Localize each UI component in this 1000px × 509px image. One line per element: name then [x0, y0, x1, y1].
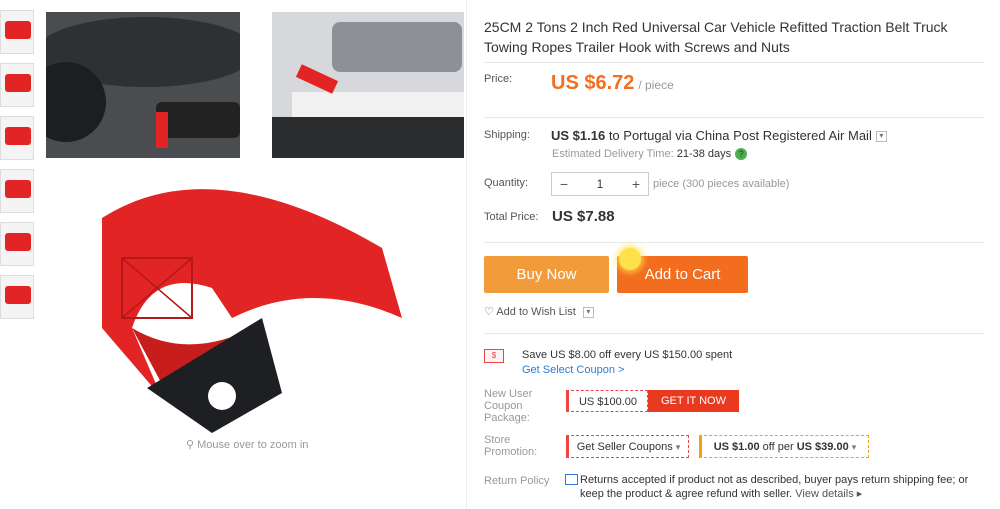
price-label: Price: — [484, 73, 513, 85]
new-user-label: New User Coupon Package: — [484, 388, 533, 424]
view-details-link[interactable]: View details ▸ — [795, 488, 862, 500]
divider — [484, 117, 984, 118]
product-title: 25CM 2 Tons 2 Inch Red Universal Car Veh… — [484, 19, 948, 55]
coupon-tag-icon: $ — [484, 349, 504, 363]
shipping-info[interactable]: US $1.16 to Portugal via China Post Regi… — [551, 128, 887, 143]
increment-button[interactable]: + — [624, 176, 648, 192]
chevron-down-icon: ▾ — [851, 442, 857, 452]
return-policy-text: Returns accepted if product not as descr… — [580, 473, 980, 501]
divider — [484, 62, 984, 63]
offer-mid: off per — [759, 441, 797, 453]
store-promotion-label: Store Promotion: — [484, 434, 538, 458]
divider — [484, 333, 984, 334]
cursor-highlight — [619, 248, 641, 270]
offer-amount: US $1.00 — [713, 441, 760, 453]
heart-icon: ♡ — [484, 306, 494, 318]
quantity-input[interactable]: 1 — [576, 177, 624, 191]
chevron-down-icon: ▾ — [675, 442, 681, 452]
thumbnail[interactable] — [0, 169, 34, 213]
return-policy-icon — [565, 474, 578, 485]
wish-list-link[interactable]: ♡ Add to Wish List ▾ — [484, 305, 594, 318]
thumbnail[interactable] — [0, 63, 34, 107]
chevron-down-icon[interactable]: ▾ — [875, 131, 887, 143]
get-it-now-button[interactable]: GET IT NOW — [648, 390, 739, 412]
get-select-coupon-link[interactable]: Get Select Coupon > — [522, 364, 624, 376]
main-product-image[interactable] — [62, 158, 418, 440]
est-value: 21-38 days — [676, 148, 732, 160]
magnifier-icon: ⚲ — [186, 439, 195, 451]
thumbnail[interactable] — [0, 116, 34, 160]
shipping-text: to Portugal via China Post Registered Ai… — [605, 128, 872, 143]
divider — [466, 0, 467, 509]
quantity-stepper: − 1 + — [551, 172, 649, 196]
shipping-label: Shipping: — [484, 129, 530, 141]
est-label: Estimated Delivery Time: — [552, 148, 674, 160]
gallery-photo-car-grille — [272, 12, 464, 158]
wish-list-label: Add to Wish List — [496, 306, 576, 318]
gallery-photo-car-front — [46, 12, 240, 158]
zoom-hint: ⚲ Mouse over to zoom in — [186, 439, 309, 451]
chevron-down-icon[interactable]: ▾ — [582, 306, 594, 318]
thumbnail[interactable] — [0, 222, 34, 266]
thumbnail[interactable] — [0, 10, 34, 54]
help-icon[interactable]: ? — [735, 148, 748, 161]
buy-now-button[interactable]: Buy Now — [484, 256, 609, 293]
quantity-label: Quantity: — [484, 177, 529, 189]
offer-threshold: US $39.00 — [796, 441, 849, 453]
view-details-label: View details — [795, 488, 854, 500]
return-policy-label: Return Policy — [484, 475, 550, 487]
new-user-coupon: US $100.00 — [566, 390, 648, 412]
availability-text: piece (300 pieces available) — [653, 178, 790, 190]
save-text: Save US $8.00 off every US $150.00 spent — [522, 349, 733, 361]
estimated-delivery: Estimated Delivery Time: 21-38 days? — [552, 148, 748, 161]
shipping-cost: US $1.16 — [551, 128, 606, 143]
thumbnail-strip — [0, 10, 36, 328]
total-label: Total Price: — [484, 211, 539, 223]
total-price: US $7.88 — [552, 208, 615, 225]
price-unit: / piece — [638, 78, 674, 92]
thumbnail[interactable] — [0, 275, 34, 319]
price: US $6.72/ piece — [551, 72, 674, 95]
seller-coupons-dropdown[interactable]: Get Seller Coupons ▾ — [566, 435, 689, 458]
price-value: US $6.72 — [551, 72, 635, 94]
seller-coupons-label: Get Seller Coupons — [576, 441, 673, 453]
return-text: Returns accepted if product not as descr… — [580, 474, 969, 500]
divider — [484, 242, 984, 243]
store-offer-dropdown[interactable]: US $1.00 off per US $39.00 ▾ — [699, 435, 869, 458]
decrement-button[interactable]: − — [552, 176, 576, 192]
